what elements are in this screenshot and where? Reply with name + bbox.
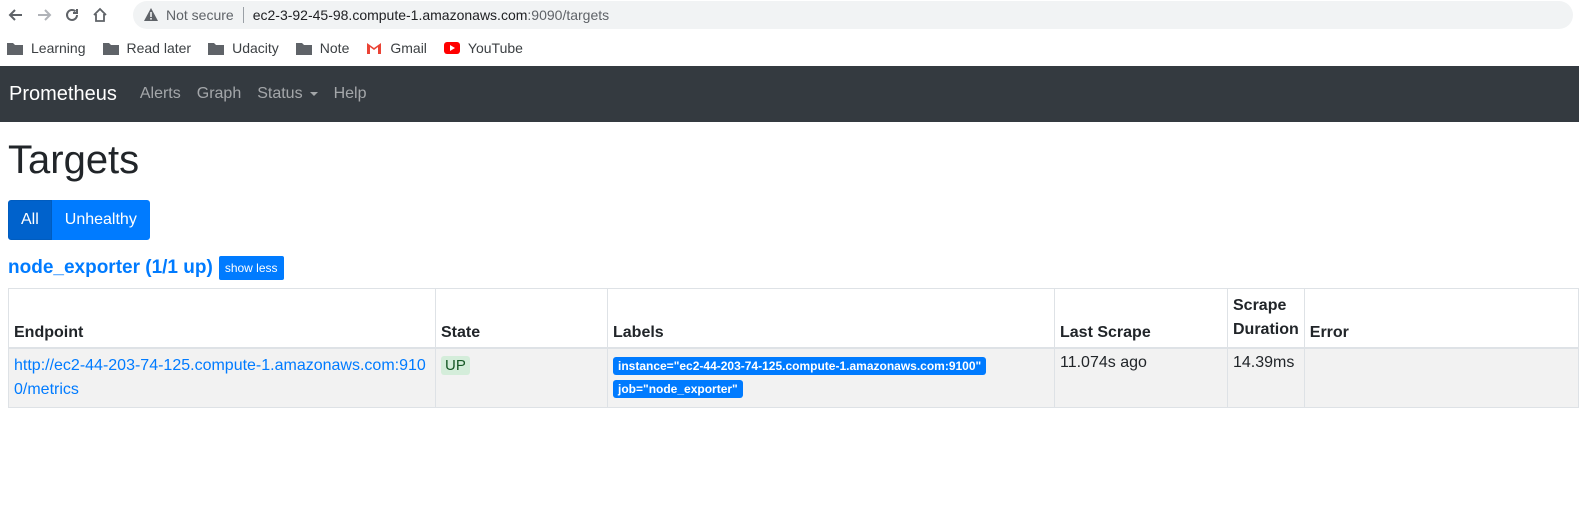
nav-graph[interactable]: Graph — [197, 85, 241, 103]
bookmark-label: Read later — [126, 40, 192, 56]
filter-all-button[interactable]: All — [8, 200, 52, 240]
endpoint-link[interactable]: http://ec2-44-203-74-125.compute-1.amazo… — [14, 357, 426, 398]
state-badge: UP — [441, 356, 470, 375]
state-cell: UP — [435, 347, 608, 408]
header-state: State — [435, 288, 608, 349]
url-path: :9090/targets — [527, 7, 610, 23]
arrow-left-icon — [8, 9, 22, 21]
brand-link[interactable]: Prometheus — [9, 83, 117, 106]
table-row: http://ec2-44-203-74-125.compute-1.amazo… — [8, 347, 1579, 408]
job-title-link[interactable]: node_exporter (1/1 up) — [8, 257, 213, 279]
folder-icon — [102, 41, 119, 55]
error-cell — [1303, 347, 1579, 408]
arrow-right-icon — [38, 9, 52, 21]
header-error: Error — [1303, 288, 1579, 349]
not-secure-label[interactable]: Not secure — [166, 7, 234, 23]
address-separator — [242, 7, 244, 23]
bookmark-label: YouTube — [467, 40, 523, 56]
targets-table: Endpoint State Labels Last Scrape Scrape… — [8, 288, 1579, 408]
nav-status[interactable]: Status — [257, 85, 318, 103]
last-scrape-cell: 11.074s ago — [1054, 347, 1228, 408]
folder-icon — [7, 41, 23, 55]
filter-unhealthy-button[interactable]: Unhealthy — [51, 200, 150, 240]
address-bar[interactable]: Not secure ec2-3-92-45-98.compute-1.amaz… — [133, 1, 1573, 29]
label-badge-instance: instance="ec2-44-203-74-125.compute-1.am… — [613, 357, 987, 375]
home-button[interactable] — [86, 1, 114, 29]
endpoint-cell: http://ec2-44-203-74-125.compute-1.amazo… — [8, 347, 436, 408]
header-last-scrape: Last Scrape — [1054, 288, 1228, 349]
table-header-row: Endpoint State Labels Last Scrape Scrape… — [8, 288, 1579, 349]
url-host: ec2-3-92-45-98.compute-1.amazonaws.com — [252, 7, 528, 23]
back-button[interactable] — [2, 1, 30, 29]
bookmarks-bar: Learning Read later Udacity Note Gmail Y… — [0, 30, 1579, 66]
warning-icon — [143, 7, 159, 23]
bookmark-label: Learning — [31, 40, 86, 56]
bookmark-label: Udacity — [232, 40, 279, 56]
youtube-icon — [443, 41, 460, 55]
header-endpoint: Endpoint — [8, 288, 436, 349]
nav-help[interactable]: Help — [334, 85, 367, 103]
bookmark-gmail[interactable]: Gmail — [366, 40, 427, 56]
home-icon — [93, 7, 107, 22]
prometheus-navbar: Prometheus Alerts Graph Status Help — [0, 66, 1579, 122]
filter-button-group: All Unhealthy — [8, 200, 1579, 240]
scrape-duration-cell: 14.39ms — [1227, 347, 1305, 408]
labels-cell: instance="ec2-44-203-74-125.compute-1.am… — [607, 347, 1055, 408]
bookmark-read-later[interactable]: Read later — [102, 40, 192, 56]
main-content: Targets All Unhealthy node_exporter (1/1… — [8, 122, 1579, 408]
browser-toolbar: Not secure ec2-3-92-45-98.compute-1.amaz… — [0, 0, 1579, 30]
page-title: Targets — [8, 138, 140, 182]
nav-status-label: Status — [257, 85, 303, 102]
bookmark-label: Gmail — [390, 40, 427, 56]
bookmark-youtube[interactable]: YouTube — [443, 40, 523, 56]
nav-alerts[interactable]: Alerts — [140, 85, 181, 103]
header-labels: Labels — [607, 288, 1055, 349]
bookmark-label: Note — [319, 40, 350, 56]
folder-icon — [208, 41, 225, 55]
show-less-button[interactable]: show less — [218, 256, 284, 280]
folder-icon — [295, 41, 312, 55]
label-badge-job: job="node_exporter" — [613, 380, 743, 398]
bookmark-learning[interactable]: Learning — [7, 40, 86, 56]
bookmark-note[interactable]: Note — [295, 40, 350, 56]
gmail-icon — [366, 41, 382, 55]
bookmark-udacity[interactable]: Udacity — [208, 40, 279, 56]
caret-down-icon — [309, 92, 318, 96]
reload-icon — [66, 8, 78, 21]
forward-button[interactable] — [30, 1, 58, 29]
reload-button[interactable] — [58, 1, 86, 29]
header-scrape-duration: Scrape Duration — [1227, 288, 1305, 349]
job-header: node_exporter (1/1 up) show less — [8, 256, 1579, 280]
